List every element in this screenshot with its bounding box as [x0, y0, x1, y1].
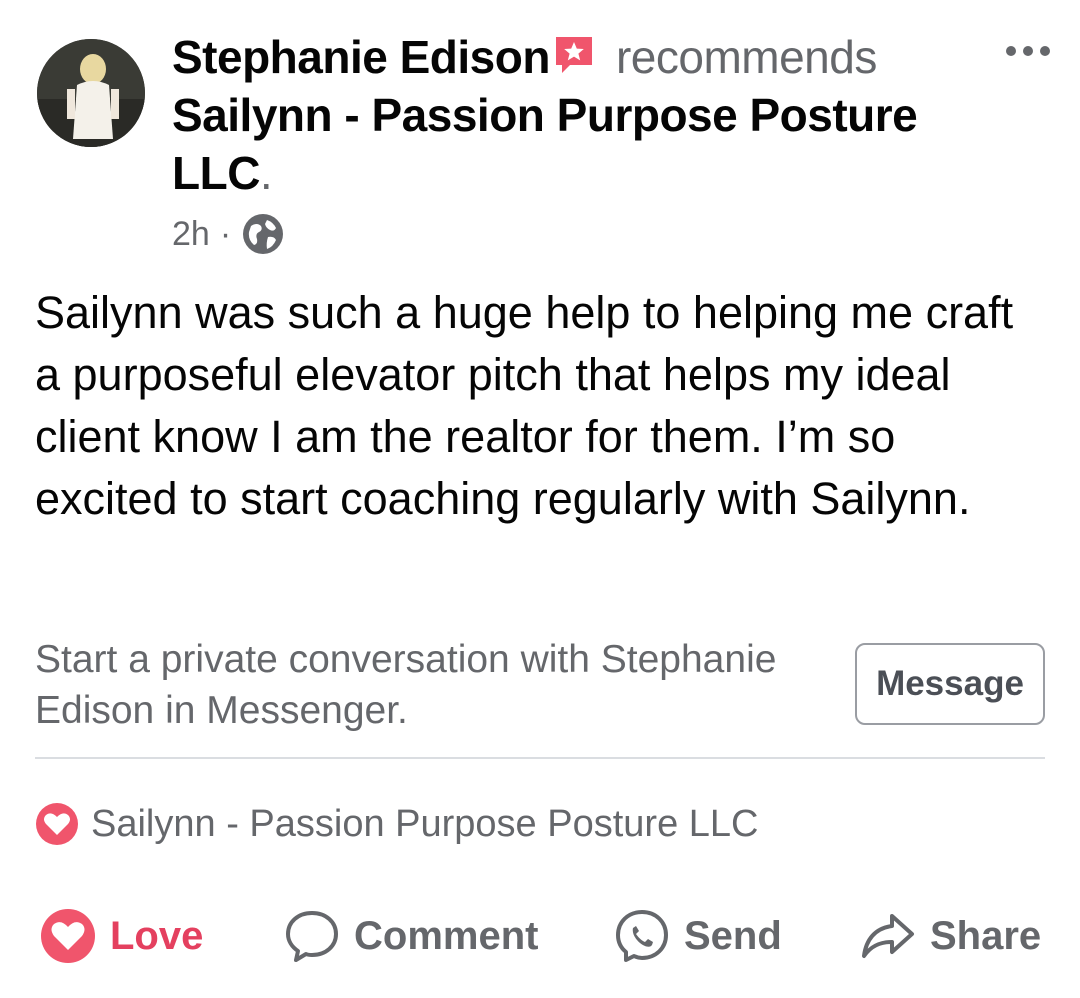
- post-header: Stephanie Edison recommends Sailynn - Pa…: [172, 28, 972, 202]
- comment-icon: [286, 911, 338, 962]
- reactions-text: Sailynn - Passion Purpose Posture LLC: [91, 802, 759, 845]
- author-avatar[interactable]: [37, 39, 145, 147]
- share-icon: [862, 914, 914, 958]
- messenger-prompt: Start a private conversation with Stepha…: [35, 638, 777, 732]
- share-button[interactable]: Share: [860, 896, 1041, 976]
- dot-icon: [1023, 46, 1033, 56]
- send-label: Send: [684, 913, 782, 958]
- send-button[interactable]: Send: [614, 896, 782, 976]
- messenger-icon: [616, 910, 668, 962]
- share-label: Share: [930, 913, 1042, 958]
- recommendation-badge-icon: [555, 37, 592, 73]
- love-label: Love: [110, 913, 204, 958]
- comment-label: Comment: [354, 913, 539, 958]
- page-name[interactable]: Sailynn - Passion Purpose Posture: [172, 89, 918, 141]
- heart-icon: [41, 909, 95, 963]
- author-name[interactable]: Stephanie Edison: [172, 31, 550, 83]
- reactions-summary[interactable]: Sailynn - Passion Purpose Posture LLC: [35, 802, 758, 846]
- post-meta: 2h ·: [172, 212, 285, 256]
- post-time[interactable]: 2h: [172, 215, 210, 254]
- dot-icon: [1006, 46, 1016, 56]
- post-body-text: Sailynn was such a huge help to helping …: [35, 287, 1014, 524]
- message-button[interactable]: Message: [855, 643, 1045, 725]
- dot-icon: [1040, 46, 1050, 56]
- heart-reaction-icon: [36, 803, 78, 845]
- more-options-button[interactable]: [1006, 46, 1050, 56]
- love-button[interactable]: Love: [40, 896, 203, 976]
- page-name-continued[interactable]: LLC: [172, 147, 260, 199]
- comment-button[interactable]: Comment: [284, 896, 538, 976]
- recommends-verb: recommends: [615, 31, 877, 83]
- period: .: [259, 147, 273, 199]
- avatar-photo: [37, 39, 145, 147]
- globe-icon[interactable]: [241, 212, 285, 256]
- meta-separator: ·: [219, 214, 232, 253]
- action-bar: Love Comment Send Share: [0, 896, 1080, 976]
- divider: [35, 757, 1045, 759]
